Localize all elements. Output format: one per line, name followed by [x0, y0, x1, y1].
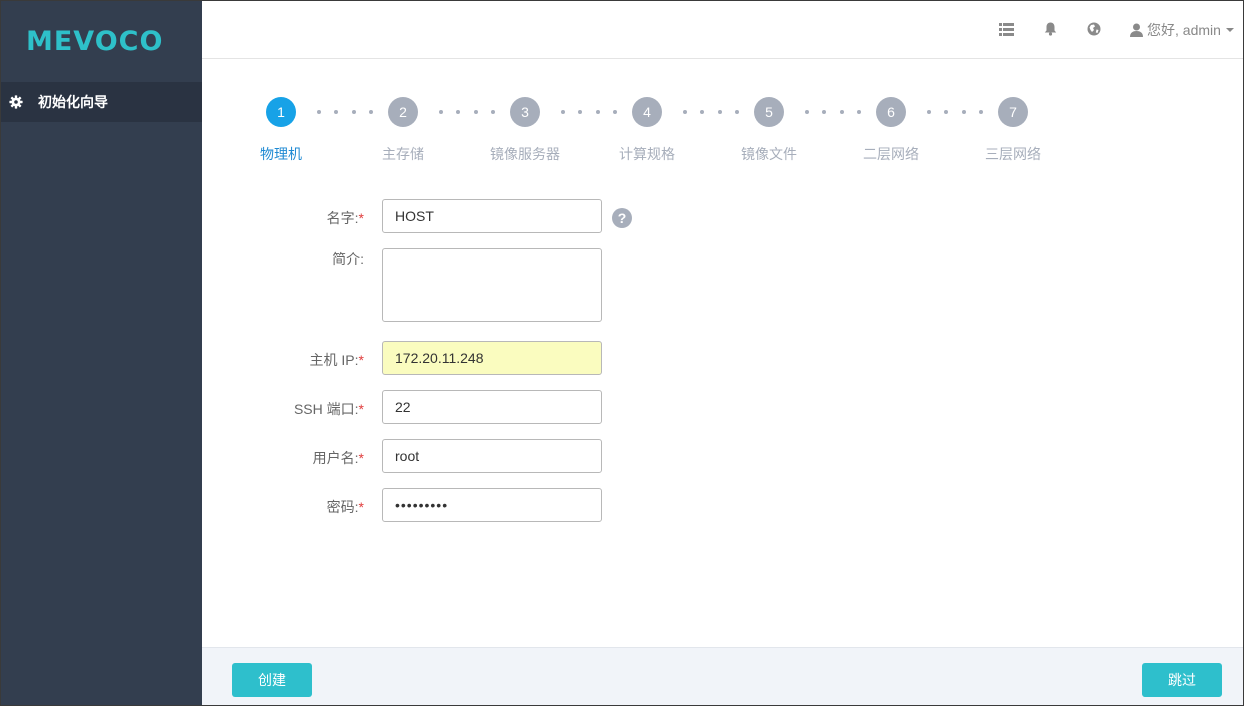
name-label: 名字:*: [326, 210, 364, 226]
step-label: 计算规格: [619, 146, 675, 162]
step-label: 三层网络: [985, 146, 1041, 162]
password-input[interactable]: •••••••••: [382, 488, 602, 522]
step-label: 主存储: [382, 146, 424, 162]
step-number: 5: [754, 97, 784, 127]
step-3[interactable]: 3 镜像服务器: [475, 97, 575, 164]
create-button[interactable]: 创建: [232, 663, 312, 697]
wizard-steps: 1 物理机 2 主存储 3 镜像服务器 4 计算规格 5 镜像文件 6 二层网络: [202, 97, 1243, 177]
description-textarea[interactable]: [382, 248, 602, 322]
name-input[interactable]: HOST: [382, 199, 602, 233]
step-number: 6: [876, 97, 906, 127]
ssh-port-label: SSH 端口:*: [293, 401, 364, 417]
app-window: MEVOCO 初始化向导 您好, admin 1 物理机 2 主存储 3 镜像服…: [0, 0, 1244, 706]
username-input[interactable]: root: [382, 439, 602, 473]
username-label: 用户名:*: [312, 450, 364, 466]
top-bar: 您好, admin: [202, 1, 1243, 59]
user-icon: [1130, 23, 1143, 37]
step-label: 镜像文件: [741, 146, 797, 162]
step-7[interactable]: 7 三层网络: [963, 97, 1063, 164]
step-4[interactable]: 4 计算规格: [597, 97, 697, 164]
sidebar: MEVOCO 初始化向导: [1, 1, 202, 705]
step-1[interactable]: 1 物理机: [231, 97, 331, 164]
ssh-port-input[interactable]: 22: [382, 390, 602, 424]
user-menu[interactable]: 您好, admin: [1130, 20, 1234, 40]
step-number: 2: [388, 97, 418, 127]
bell-icon[interactable]: [1042, 21, 1058, 37]
skip-button[interactable]: 跳过: [1142, 663, 1222, 697]
globe-icon[interactable]: [1086, 21, 1102, 37]
step-label: 物理机: [260, 146, 302, 162]
step-number: 4: [632, 97, 662, 127]
footer-bar: 创建 跳过: [202, 647, 1243, 705]
description-label: 简介:: [332, 251, 364, 267]
host-ip-input[interactable]: 172.20.11.248: [382, 341, 602, 375]
step-number: 7: [998, 97, 1028, 127]
logo-text: MEVOCO: [26, 26, 164, 57]
sidebar-item-init-wizard[interactable]: 初始化向导: [1, 82, 202, 122]
step-6[interactable]: 6 二层网络: [841, 97, 941, 164]
chevron-down-icon: [1225, 28, 1234, 32]
step-label: 镜像服务器: [490, 146, 560, 162]
logo: MEVOCO: [1, 1, 202, 82]
host-ip-label: 主机 IP:*: [309, 352, 364, 368]
gear-icon: [9, 95, 23, 109]
step-number: 3: [510, 97, 540, 127]
password-label: 密码:*: [326, 499, 364, 515]
list-icon[interactable]: [998, 21, 1014, 37]
step-5[interactable]: 5 镜像文件: [719, 97, 819, 164]
step-number: 1: [266, 97, 296, 127]
user-greeting: 您好, admin: [1147, 22, 1221, 38]
step-label: 二层网络: [863, 146, 919, 162]
sidebar-item-label: 初始化向导: [38, 94, 108, 110]
help-icon[interactable]: ?: [612, 208, 632, 228]
step-2[interactable]: 2 主存储: [353, 97, 453, 164]
